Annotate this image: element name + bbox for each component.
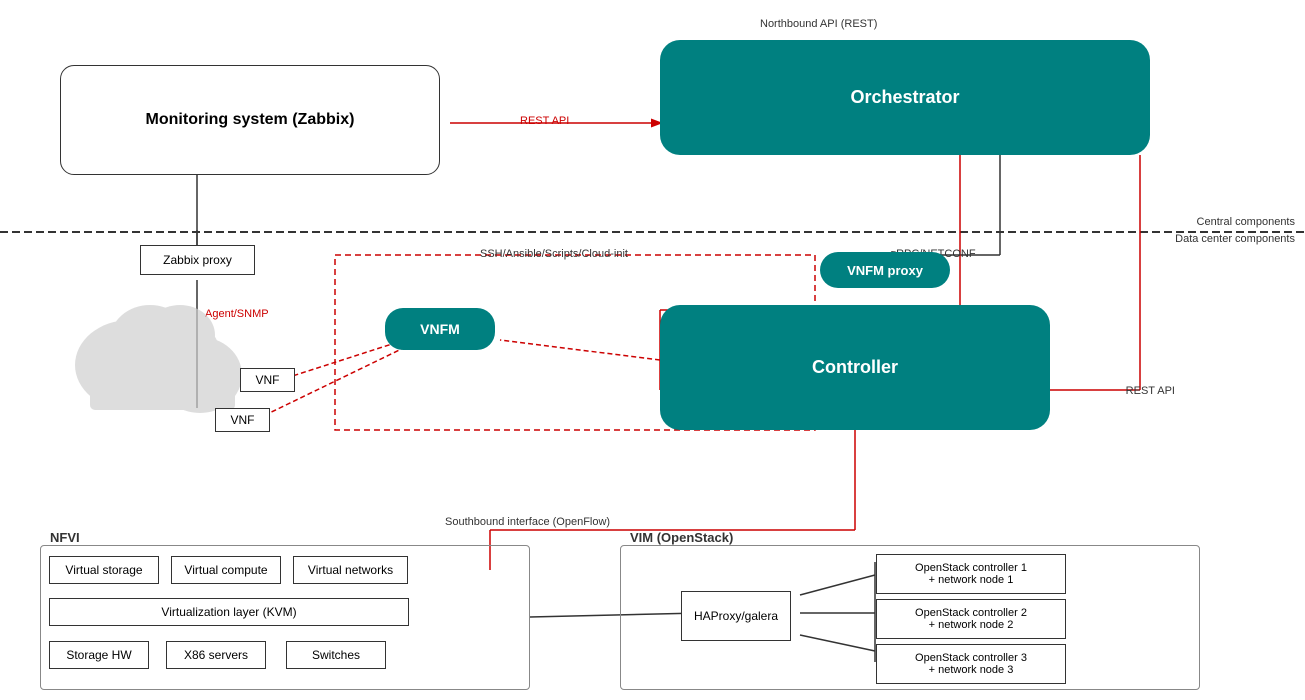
x86-servers-box: X86 servers <box>166 641 266 669</box>
controller-label: Controller <box>812 357 898 378</box>
vim-boundary: HAProxy/galera OpenStack controller 1 + … <box>620 545 1200 690</box>
rest-api-right-label: REST API <box>1126 385 1175 397</box>
vnfm-proxy-label: VNFM proxy <box>847 263 923 278</box>
virtual-networks-label: Virtual networks <box>308 563 393 577</box>
monitoring-label: Monitoring system (Zabbix) <box>146 111 355 129</box>
storage-hw-box: Storage HW <box>49 641 149 669</box>
nfvi-boundary: Virtual storage Virtual compute Virtual … <box>40 545 530 690</box>
orchestrator-box: Orchestrator <box>660 40 1150 155</box>
haproxy-label: HAProxy/galera <box>694 609 778 623</box>
vnf1-label: VNF <box>256 373 280 387</box>
northbound-api-label: Northbound API (REST) <box>760 18 877 30</box>
os-controller3-box: OpenStack controller 3 + network node 3 <box>876 644 1066 684</box>
os-controller1-box: OpenStack controller 1 + network node 1 <box>876 554 1066 594</box>
os-controller2-label: OpenStack controller 2 + network node 2 <box>915 607 1027 631</box>
storage-hw-label: Storage HW <box>66 648 131 662</box>
virt-layer-box: Virtualization layer (KVM) <box>49 598 409 626</box>
central-components-label: Central components <box>1197 216 1295 228</box>
switches-label: Switches <box>312 648 360 662</box>
dc-components-label: Data center components <box>1175 233 1295 245</box>
southbound-label: Southbound interface (OpenFlow) <box>445 516 610 528</box>
x86-servers-label: X86 servers <box>184 648 248 662</box>
os-controller1-label: OpenStack controller 1 + network node 1 <box>915 562 1027 586</box>
vnf2-label: VNF <box>231 413 255 427</box>
diagram-container: Central components Data center component… <box>0 0 1305 700</box>
vnfm-proxy-box: VNFM proxy <box>820 252 950 288</box>
vnf2-box: VNF <box>215 408 270 432</box>
controller-box: Controller <box>660 305 1050 430</box>
haproxy-box: HAProxy/galera <box>681 591 791 641</box>
virtual-networks-box: Virtual networks <box>293 556 408 584</box>
virtual-compute-label: Virtual compute <box>184 563 267 577</box>
virtual-storage-box: Virtual storage <box>49 556 159 584</box>
orchestrator-label: Orchestrator <box>850 87 959 108</box>
monitoring-box: Monitoring system (Zabbix) <box>60 65 440 175</box>
virtual-storage-label: Virtual storage <box>65 563 142 577</box>
virtual-compute-box: Virtual compute <box>171 556 281 584</box>
vnfm-label: VNFM <box>420 321 460 337</box>
cloud-svg <box>70 265 245 415</box>
os-controller3-label: OpenStack controller 3 + network node 3 <box>915 652 1027 676</box>
nfvi-label: NFVI <box>50 530 80 545</box>
vnfm-box: VNFM <box>385 308 495 350</box>
switches-box: Switches <box>286 641 386 669</box>
vim-label: VIM (OpenStack) <box>630 530 733 545</box>
os-controller2-box: OpenStack controller 2 + network node 2 <box>876 599 1066 639</box>
virt-layer-label: Virtualization layer (KVM) <box>161 605 296 619</box>
ssh-ansible-label: SSH/Ansible/Scripts/Cloud-init <box>480 248 628 260</box>
rest-api-top-label: REST API <box>520 115 569 127</box>
vnf1-box: VNF <box>240 368 295 392</box>
